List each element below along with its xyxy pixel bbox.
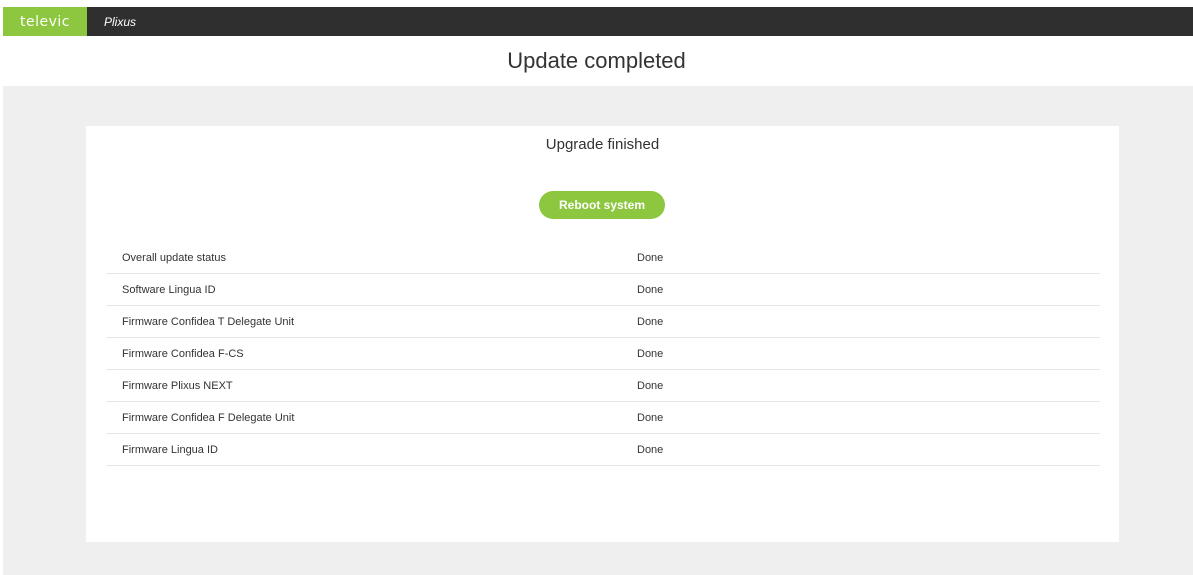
component-name: Firmware Confidea F-CS — [122, 347, 244, 360]
table-row: Firmware Confidea T Delegate Unit Done — [106, 306, 1100, 338]
top-bar: televic Plixus — [3, 7, 1193, 36]
update-status-table: Overall update status Done Software Ling… — [106, 242, 1100, 466]
component-status: Done — [637, 411, 664, 424]
televic-logo[interactable]: televic — [3, 7, 87, 36]
table-row: Firmware Confidea F-CS Done — [106, 338, 1100, 370]
table-row: Firmware Lingua ID Done — [106, 434, 1100, 466]
page-title: Update completed — [507, 48, 686, 73]
card-title: Upgrade finished — [545, 136, 660, 153]
product-name: Plixus — [104, 14, 137, 29]
component-name: Firmware Lingua ID — [122, 443, 218, 456]
brand-name: televic — [20, 13, 70, 30]
component-status: Done — [637, 251, 664, 264]
component-name: Firmware Confidea F Delegate Unit — [122, 411, 295, 424]
component-status: Done — [637, 315, 664, 328]
component-status: Done — [637, 379, 664, 392]
component-name: Software Lingua ID — [122, 283, 216, 296]
table-row: Overall update status Done — [106, 242, 1100, 274]
update-card: Upgrade finished Reboot system Overall u… — [86, 126, 1119, 542]
component-name: Firmware Plixus NEXT — [122, 379, 233, 392]
component-name: Overall update status — [122, 251, 226, 264]
table-row: Firmware Confidea F Delegate Unit Done — [106, 402, 1100, 434]
table-row: Software Lingua ID Done — [106, 274, 1100, 306]
component-status: Done — [637, 347, 664, 360]
component-status: Done — [637, 443, 664, 456]
component-status: Done — [637, 283, 664, 296]
table-row: Firmware Plixus NEXT Done — [106, 370, 1100, 402]
reboot-system-button[interactable]: Reboot system — [539, 191, 665, 219]
component-name: Firmware Confidea T Delegate Unit — [122, 315, 295, 328]
